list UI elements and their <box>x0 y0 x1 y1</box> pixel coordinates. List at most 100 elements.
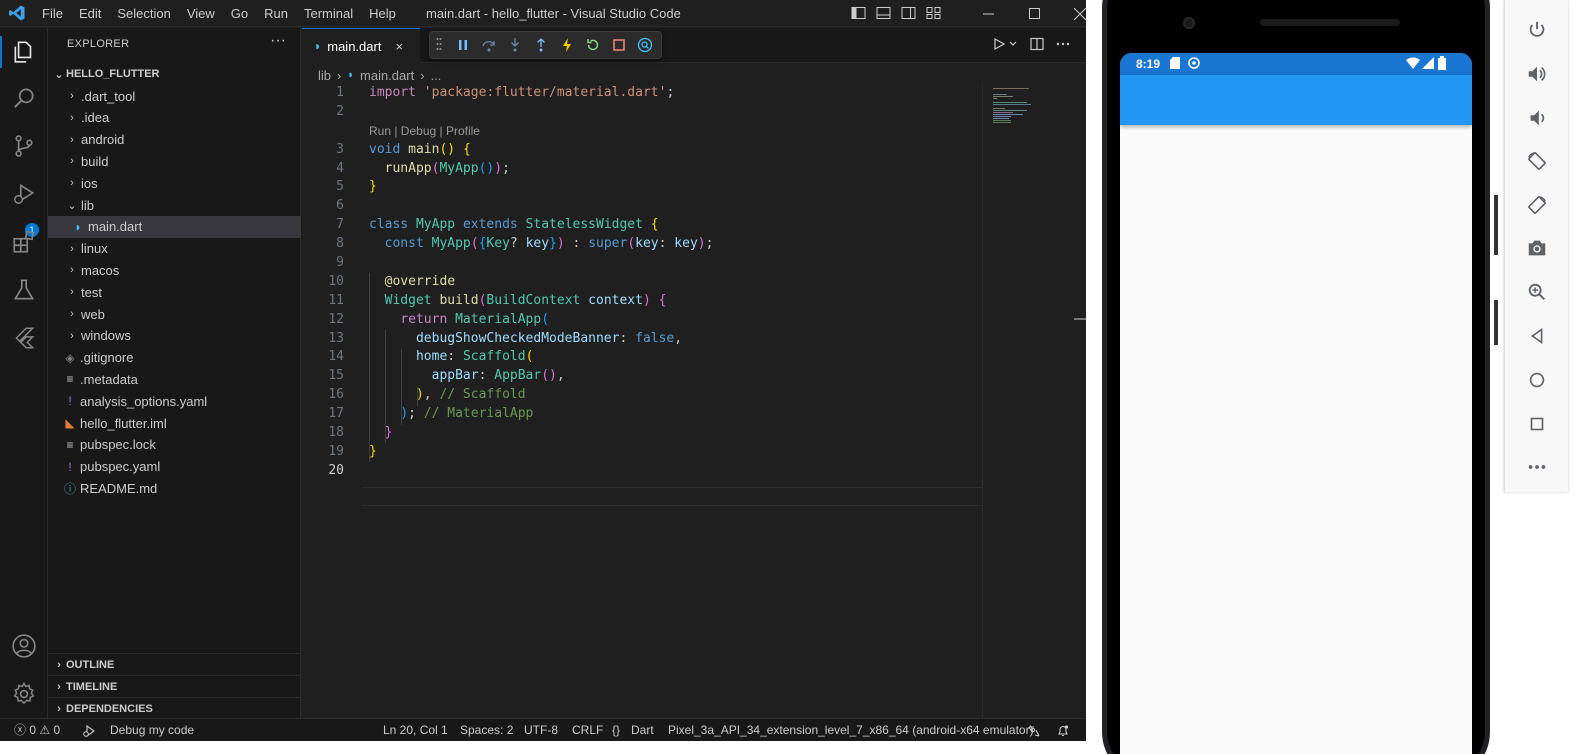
menu-go[interactable]: Go <box>223 0 256 27</box>
tree-item-pubspec-yaml[interactable]: ! pubspec.yaml <box>48 456 301 478</box>
volume-up-icon[interactable] <box>1523 60 1551 88</box>
volume-side-button <box>1494 300 1498 345</box>
tree-item-android[interactable]: › android <box>48 129 301 151</box>
overview-icon[interactable] <box>1523 410 1551 438</box>
tree-item-pubspec-lock[interactable]: ≡ pubspec.lock <box>48 434 301 456</box>
step-over-button[interactable] <box>478 34 500 56</box>
step-out-button[interactable] <box>530 34 552 56</box>
tree-item-dart-tool[interactable]: › .dart_tool <box>48 85 301 107</box>
camera-screenshot-icon[interactable] <box>1523 234 1551 262</box>
explorer-icon[interactable] <box>10 38 38 66</box>
debug-config-label[interactable]: Debug my code <box>110 719 194 741</box>
run-debug-icon[interactable] <box>10 180 38 208</box>
chevron-right-icon: › <box>57 658 61 671</box>
rotate-right-icon[interactable] <box>1523 191 1551 219</box>
source-control-icon[interactable] <box>10 132 38 160</box>
minimize-button[interactable] <box>965 0 1011 27</box>
timeline-section[interactable]: › TIMELINE <box>48 675 301 697</box>
tree-item-test[interactable]: › test <box>48 281 301 303</box>
hot-reload-button[interactable] <box>556 34 578 56</box>
language-mode[interactable]: Dart <box>631 719 654 741</box>
toggle-panel-icon[interactable] <box>875 5 892 21</box>
breadcrumb-file[interactable]: main.dart <box>360 68 414 83</box>
account-icon[interactable] <box>10 632 38 660</box>
tree-item-readme-md[interactable]: ⓘ README.md <box>48 477 301 499</box>
tree-item-main-dart[interactable]: ◗ main.dart <box>48 215 301 238</box>
tree-item-web[interactable]: › web <box>48 303 301 325</box>
tree-item-build[interactable]: › build <box>48 150 301 172</box>
breadcrumb-more[interactable]: ... <box>431 68 442 83</box>
phone-screen[interactable]: 8:19 <box>1120 53 1472 754</box>
testing-icon[interactable] <box>10 276 38 304</box>
tree-item-hello-flutter-iml[interactable]: ◣ hello_flutter.iml <box>48 412 301 434</box>
menu-run[interactable]: Run <box>256 0 296 27</box>
feedback-icon[interactable] <box>1027 719 1041 741</box>
toggle-secondary-sidebar-icon[interactable] <box>900 5 917 21</box>
volume-down-icon[interactable] <box>1523 104 1551 132</box>
cursor-position[interactable]: Ln 20, Col 1 <box>383 719 448 741</box>
toggle-primary-sidebar-icon[interactable] <box>850 5 867 21</box>
home-icon[interactable] <box>1523 366 1551 394</box>
tree-item-lib[interactable]: ⌄ lib <box>48 194 301 216</box>
scrollbar-marker[interactable] <box>1074 318 1086 320</box>
tree-item-ios[interactable]: › ios <box>48 172 301 194</box>
tree-item-macos[interactable]: › macos <box>48 259 301 281</box>
dependencies-section[interactable]: › DEPENDENCIES <box>48 697 301 719</box>
customize-layout-icon[interactable] <box>925 5 942 21</box>
menu-selection[interactable]: Selection <box>109 0 178 27</box>
text-file-icon: ≡ <box>66 437 74 452</box>
end-of-line[interactable]: CRLF <box>572 719 603 741</box>
notifications-bell-icon[interactable] <box>1056 719 1070 741</box>
indentation[interactable]: Spaces: 2 <box>460 719 513 741</box>
tree-item-analysis-options-yaml[interactable]: ! analysis_options.yaml <box>48 390 301 412</box>
braces-icon: {} <box>612 723 621 737</box>
tab-close-icon[interactable]: × <box>395 39 403 54</box>
codelens-run-debug-profile[interactable]: Run | Debug | Profile <box>369 122 480 141</box>
run-dropdown-icon[interactable] <box>1008 37 1018 54</box>
rotate-left-icon[interactable] <box>1523 147 1551 175</box>
pause-button[interactable] <box>452 34 474 56</box>
back-icon[interactable] <box>1523 322 1551 350</box>
minimap[interactable] <box>982 84 1082 718</box>
chevron-right-icon: › <box>337 67 342 83</box>
restart-button[interactable] <box>582 34 604 56</box>
explorer-sidebar: EXPLORER ··· ⌄ HELLO_FLUTTER › .dart_tool… <box>48 28 301 718</box>
run-file-icon[interactable] <box>992 37 1006 54</box>
menu-edit[interactable]: Edit <box>71 0 109 27</box>
stop-button[interactable] <box>608 34 630 56</box>
menu-help[interactable]: Help <box>361 0 404 27</box>
tree-item-metadata[interactable]: ≡ .metadata <box>48 368 301 390</box>
explorer-more-icon[interactable]: ··· <box>270 32 286 50</box>
tree-item-label: pubspec.yaml <box>80 459 161 475</box>
drag-handle-icon[interactable] <box>436 37 444 53</box>
encoding[interactable]: UTF-8 <box>524 719 558 741</box>
device-selector[interactable]: Pixel_3a_API_34_extension_level_7_x86_64… <box>668 719 1034 741</box>
close-window-button[interactable] <box>1057 0 1086 27</box>
project-root[interactable]: ⌄ HELLO_FLUTTER <box>48 64 301 84</box>
zoom-icon[interactable] <box>1523 278 1551 306</box>
extensions-icon[interactable] <box>10 228 38 256</box>
outline-section[interactable]: › OUTLINE <box>48 653 301 675</box>
flutter-inspector-button[interactable] <box>634 34 656 56</box>
menu-view[interactable]: View <box>179 0 223 27</box>
settings-gear-icon[interactable] <box>10 680 38 708</box>
debug-status-icon[interactable] <box>82 719 96 741</box>
tab-main-dart[interactable]: ◗ main.dart × <box>302 28 420 63</box>
power-icon[interactable] <box>1523 16 1551 44</box>
breadcrumb-folder[interactable]: lib <box>318 68 331 83</box>
more-options-icon[interactable] <box>1523 453 1551 481</box>
menu-file[interactable]: File <box>34 0 71 27</box>
more-actions-icon[interactable] <box>1056 37 1070 54</box>
split-editor-icon[interactable] <box>1030 37 1044 54</box>
problems-status[interactable]: ⓧ 0 ⚠ 0 <box>14 719 60 741</box>
tree-item-gitignore[interactable]: ◈ .gitignore <box>48 347 301 369</box>
tree-item-windows[interactable]: › windows <box>48 325 301 347</box>
flutter-icon[interactable] <box>10 324 38 352</box>
code-editor[interactable]: 1 import 'package:flutter/material.dart';… <box>302 84 982 481</box>
step-into-button[interactable] <box>504 34 526 56</box>
maximize-button[interactable] <box>1011 0 1057 27</box>
tree-item-linux[interactable]: › linux <box>48 238 301 260</box>
search-icon[interactable] <box>10 84 38 112</box>
tree-item-idea[interactable]: › .idea <box>48 107 301 129</box>
menu-terminal[interactable]: Terminal <box>296 0 361 27</box>
